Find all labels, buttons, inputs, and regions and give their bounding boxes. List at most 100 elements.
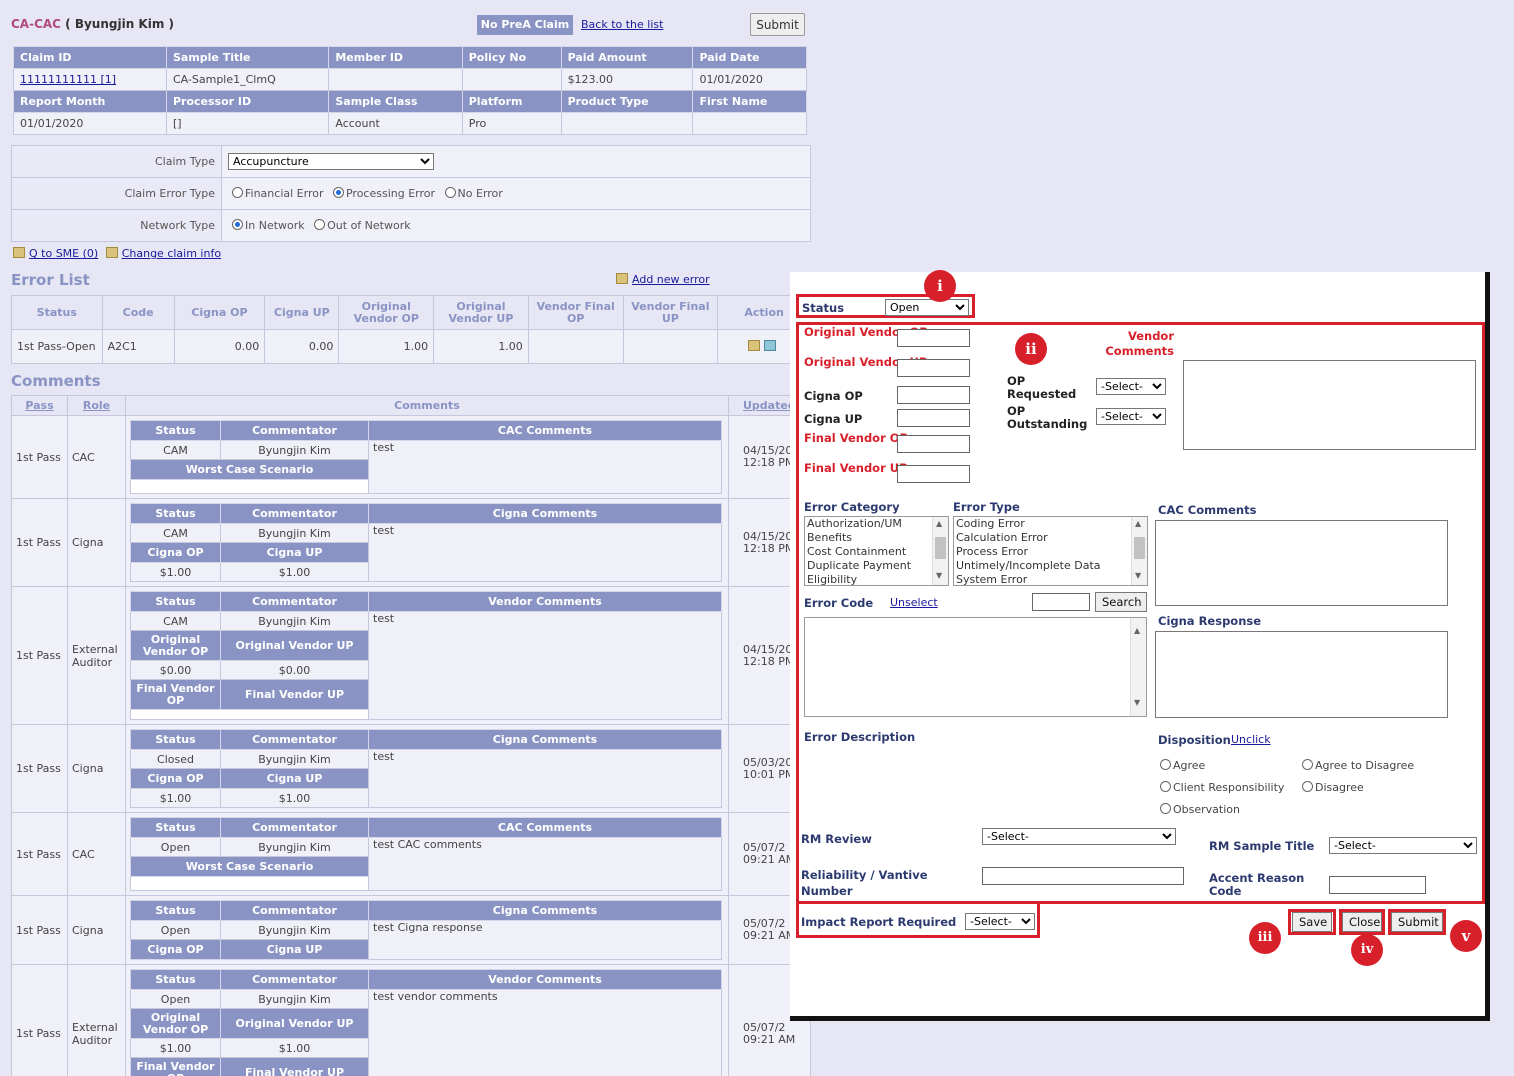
updated-sort-link[interactable]: Updated <box>743 399 796 412</box>
vendor-comments-textarea[interactable] <box>1183 360 1476 450</box>
submit-button-top[interactable]: Submit <box>750 13 805 36</box>
change-claim-info-link[interactable]: Change claim info <box>122 247 221 260</box>
error-category-option[interactable]: Eligibility <box>807 573 948 585</box>
error-type-option[interactable]: Process Error <box>956 545 1147 559</box>
error-code-search-input[interactable] <box>1032 593 1090 611</box>
badge-ii: ii <box>1015 333 1047 365</box>
back-to-list-link[interactable]: Back to the list <box>581 18 663 31</box>
unselect-link[interactable]: Unselect <box>890 596 938 609</box>
agree-option[interactable]: Agree <box>1160 759 1205 772</box>
claim-type-select[interactable]: Accupuncture <box>228 153 434 170</box>
badge-v: v <box>1450 920 1482 952</box>
search-button[interactable]: Search <box>1095 592 1147 612</box>
error-type-option[interactable]: Coding Error <box>956 517 1147 531</box>
add-new-error-link[interactable]: Add new error <box>632 273 710 286</box>
up-value: $1.00 <box>220 1038 369 1058</box>
comment-inner-table: Status Commentator Cigna Comments Open Byung… <box>130 900 722 960</box>
error-type-option[interactable]: Untimely/Incomplete Data <box>956 559 1147 573</box>
up-value: $1.00 <box>220 562 369 582</box>
info-cell-row2_values-4 <box>560 112 694 135</box>
submit-button[interactable]: Submit <box>1391 912 1443 932</box>
disagree-option[interactable]: Disagree <box>1302 781 1364 794</box>
edit-error-icon[interactable] <box>748 340 761 351</box>
impact-report-select[interactable]: -Select- <box>965 913 1035 930</box>
error-type-scrollbar[interactable]: ▲ ▼ <box>1131 517 1147 585</box>
no-error-radio[interactable] <box>444 187 456 198</box>
commentator-header: Commentator <box>220 591 369 612</box>
agree-radio[interactable] <box>1160 759 1171 770</box>
error-list-title: Error List <box>11 271 90 289</box>
q-to-sme-link[interactable]: Q to SME (0) <box>29 247 98 260</box>
final-vendor-up-input[interactable] <box>897 465 970 483</box>
rm-sample-title-label: RM Sample Title <box>1209 839 1315 853</box>
pass-sort-link[interactable]: Pass <box>25 399 53 412</box>
comment-text: test Cigna response <box>368 920 722 960</box>
badge-iv: iv <box>1351 934 1383 966</box>
cigna-response-textarea[interactable] <box>1155 631 1448 718</box>
error-type-option[interactable]: System Error <box>956 573 1147 585</box>
error-category-option[interactable]: Authorization/UM <box>807 517 948 531</box>
edit-icon <box>105 247 118 258</box>
error-code-list[interactable]: ▲ ▼ <box>804 617 1147 717</box>
info-header-row1_headers-5: Paid Date <box>692 46 807 69</box>
reliability-input[interactable] <box>982 867 1184 885</box>
processing-error-radio[interactable] <box>332 187 344 198</box>
comments-table: Pass Role Comments Updated 1st Pass CAC St… <box>11 395 811 1076</box>
error-category-list[interactable]: Authorization/UM Benefits Cost Containment… <box>804 516 949 586</box>
info-header-row2_headers-3: Platform <box>461 90 562 113</box>
comment-status: CAM <box>130 523 221 543</box>
add-icon <box>616 273 628 284</box>
final-vendor-op-input[interactable] <box>897 435 970 453</box>
client-responsibility-option[interactable]: Client Responsibility <box>1160 781 1284 794</box>
op-requested-label: OP Requested <box>1007 374 1077 401</box>
close-button[interactable]: Close <box>1342 912 1382 932</box>
unclick-link[interactable]: Unclick <box>1231 733 1271 746</box>
client-responsibility-radio[interactable] <box>1160 781 1171 792</box>
info-header-row1_headers-2: Member ID <box>328 46 463 69</box>
error-type-option[interactable]: Calculation Error <box>956 531 1147 545</box>
comment-role: External Auditor <box>67 964 126 1076</box>
save-button[interactable]: Save <box>1292 912 1332 932</box>
comment-text: test <box>368 523 722 582</box>
error-type-list[interactable]: Coding Error Calculation Error Process Err… <box>953 516 1148 586</box>
cac-comments-textarea[interactable] <box>1155 520 1448 606</box>
cigna-up-input[interactable] <box>897 409 970 427</box>
observation-radio[interactable] <box>1160 803 1171 814</box>
rm-sample-title-select[interactable]: -Select- <box>1329 837 1477 854</box>
observation-option[interactable]: Observation <box>1160 803 1240 816</box>
rm-review-select[interactable]: -Select- <box>982 828 1176 845</box>
role-sort-link[interactable]: Role <box>83 399 110 412</box>
status-select[interactable]: Open <box>885 299 969 316</box>
commentator: Byungjin Kim <box>220 920 369 940</box>
agree-to-disagree-option[interactable]: Agree to Disagree <box>1302 759 1414 772</box>
comment-type-header: Vendor Comments <box>368 591 722 612</box>
comment-time: 10:01 PM <box>743 767 795 781</box>
claim-id-link[interactable]: 11111111111 [1] <box>20 73 116 86</box>
status-label: Status <box>802 301 845 315</box>
agree-to-disagree-radio[interactable] <box>1302 759 1313 770</box>
out-of-network-radio[interactable] <box>314 219 326 230</box>
financial-error-radio[interactable] <box>232 187 243 198</box>
op-requested-select[interactable]: -Select- <box>1096 378 1166 395</box>
accent-reason-code-input[interactable] <box>1329 876 1426 894</box>
error-category-option[interactable]: Cost Containment <box>807 545 948 559</box>
delete-error-icon[interactable] <box>764 340 777 351</box>
cigna-op-label: Cigna OP <box>804 389 863 403</box>
disagree-radio[interactable] <box>1302 781 1313 792</box>
error-category-scrollbar[interactable]: ▲ ▼ <box>932 517 948 585</box>
error-list-cell-4: 1.00 <box>338 329 435 364</box>
original-vendor-up-input[interactable] <box>897 359 970 377</box>
comment-row: 1st Pass Cigna Status Commentator Cigna Comm… <box>11 895 811 965</box>
error-category-option[interactable]: Duplicate Payment <box>807 559 948 573</box>
error-code-scrollbar[interactable]: ▲ ▼ <box>1130 618 1146 716</box>
info-header-row2_headers-1: Processor ID <box>165 90 330 113</box>
error-category-option[interactable]: Benefits <box>807 531 948 545</box>
cigna-op-input[interactable] <box>897 386 970 404</box>
in-network-radio[interactable] <box>232 219 243 230</box>
vendor-comments-label: Vendor Comments <box>1105 329 1174 358</box>
original-vendor-op-input[interactable] <box>897 329 970 347</box>
comment-role: CAC <box>67 415 126 499</box>
op-outstanding-select[interactable]: -Select- <box>1096 408 1166 425</box>
error-list-cell-1: A2C1 <box>101 329 175 364</box>
comment-type-header: Vendor Comments <box>368 969 722 990</box>
